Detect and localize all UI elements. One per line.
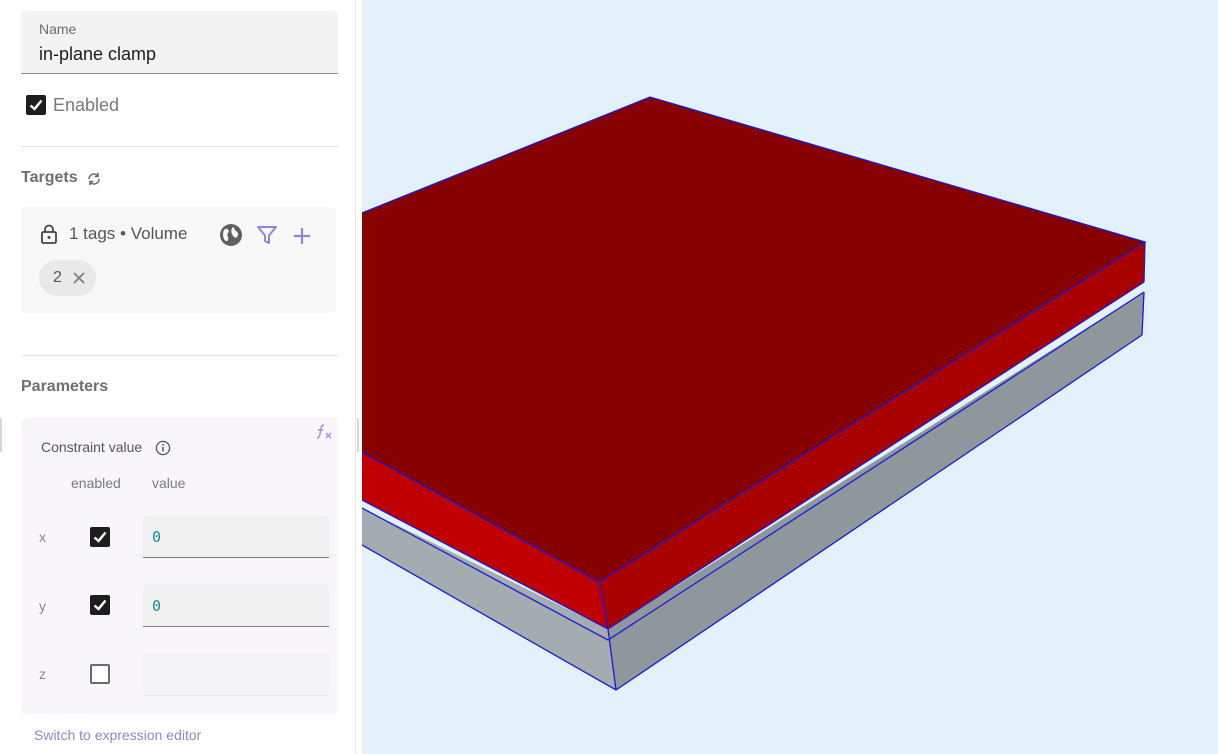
parameters-box: Constraint value enabled value x 0 y 0 z [21,418,338,714]
targets-title: Targets [21,169,78,186]
row-label-y: y [39,598,46,614]
filter-icon[interactable] [256,224,278,246]
lock-icon [41,224,57,244]
info-icon[interactable] [155,440,171,456]
value-input-x-text: 0 [152,528,162,546]
refresh-icon[interactable] [86,171,102,187]
column-header-value: value [152,475,186,491]
name-field[interactable]: Name in-plane clamp [21,11,338,74]
panel-resize-handle[interactable] [357,418,359,452]
value-input-z [143,653,329,696]
model-render [362,96,1147,691]
function-icon[interactable] [315,424,333,440]
value-input-x[interactable]: 0 [143,515,329,558]
add-icon[interactable] [292,226,312,246]
targets-summary: 1 tags • Volume [69,224,188,243]
close-icon[interactable] [73,272,85,284]
tag-chip[interactable]: 2 [39,260,96,296]
value-input-y-text: 0 [152,597,162,615]
3d-viewport[interactable] [362,0,1218,754]
value-input-y[interactable]: 0 [143,584,329,627]
targets-box: 1 tags • Volume 2 [21,207,336,313]
properties-panel: Name in-plane clamp Enabled Targets 1 ta… [0,0,356,754]
globe-icon[interactable] [219,223,243,247]
edge-handle [0,418,2,452]
enabled-checkbox-z[interactable] [90,664,110,684]
name-input[interactable]: in-plane clamp [39,44,156,65]
tag-chip-label: 2 [53,269,62,286]
enabled-checkbox-x[interactable] [90,527,110,547]
name-label: Name [39,21,77,37]
column-header-enabled: enabled [71,475,121,491]
enabled-checkbox[interactable] [26,95,46,115]
parameters-title: Parameters [21,378,109,395]
constraint-value-label: Constraint value [41,439,143,455]
switch-to-expression-editor-link[interactable]: Switch to expression editor [34,727,201,743]
row-label-x: x [39,529,46,545]
row-label-z: z [39,666,46,682]
divider [21,355,338,356]
enabled-checkbox-y[interactable] [90,595,110,615]
divider [21,146,338,147]
enabled-label: Enabled [53,95,120,115]
